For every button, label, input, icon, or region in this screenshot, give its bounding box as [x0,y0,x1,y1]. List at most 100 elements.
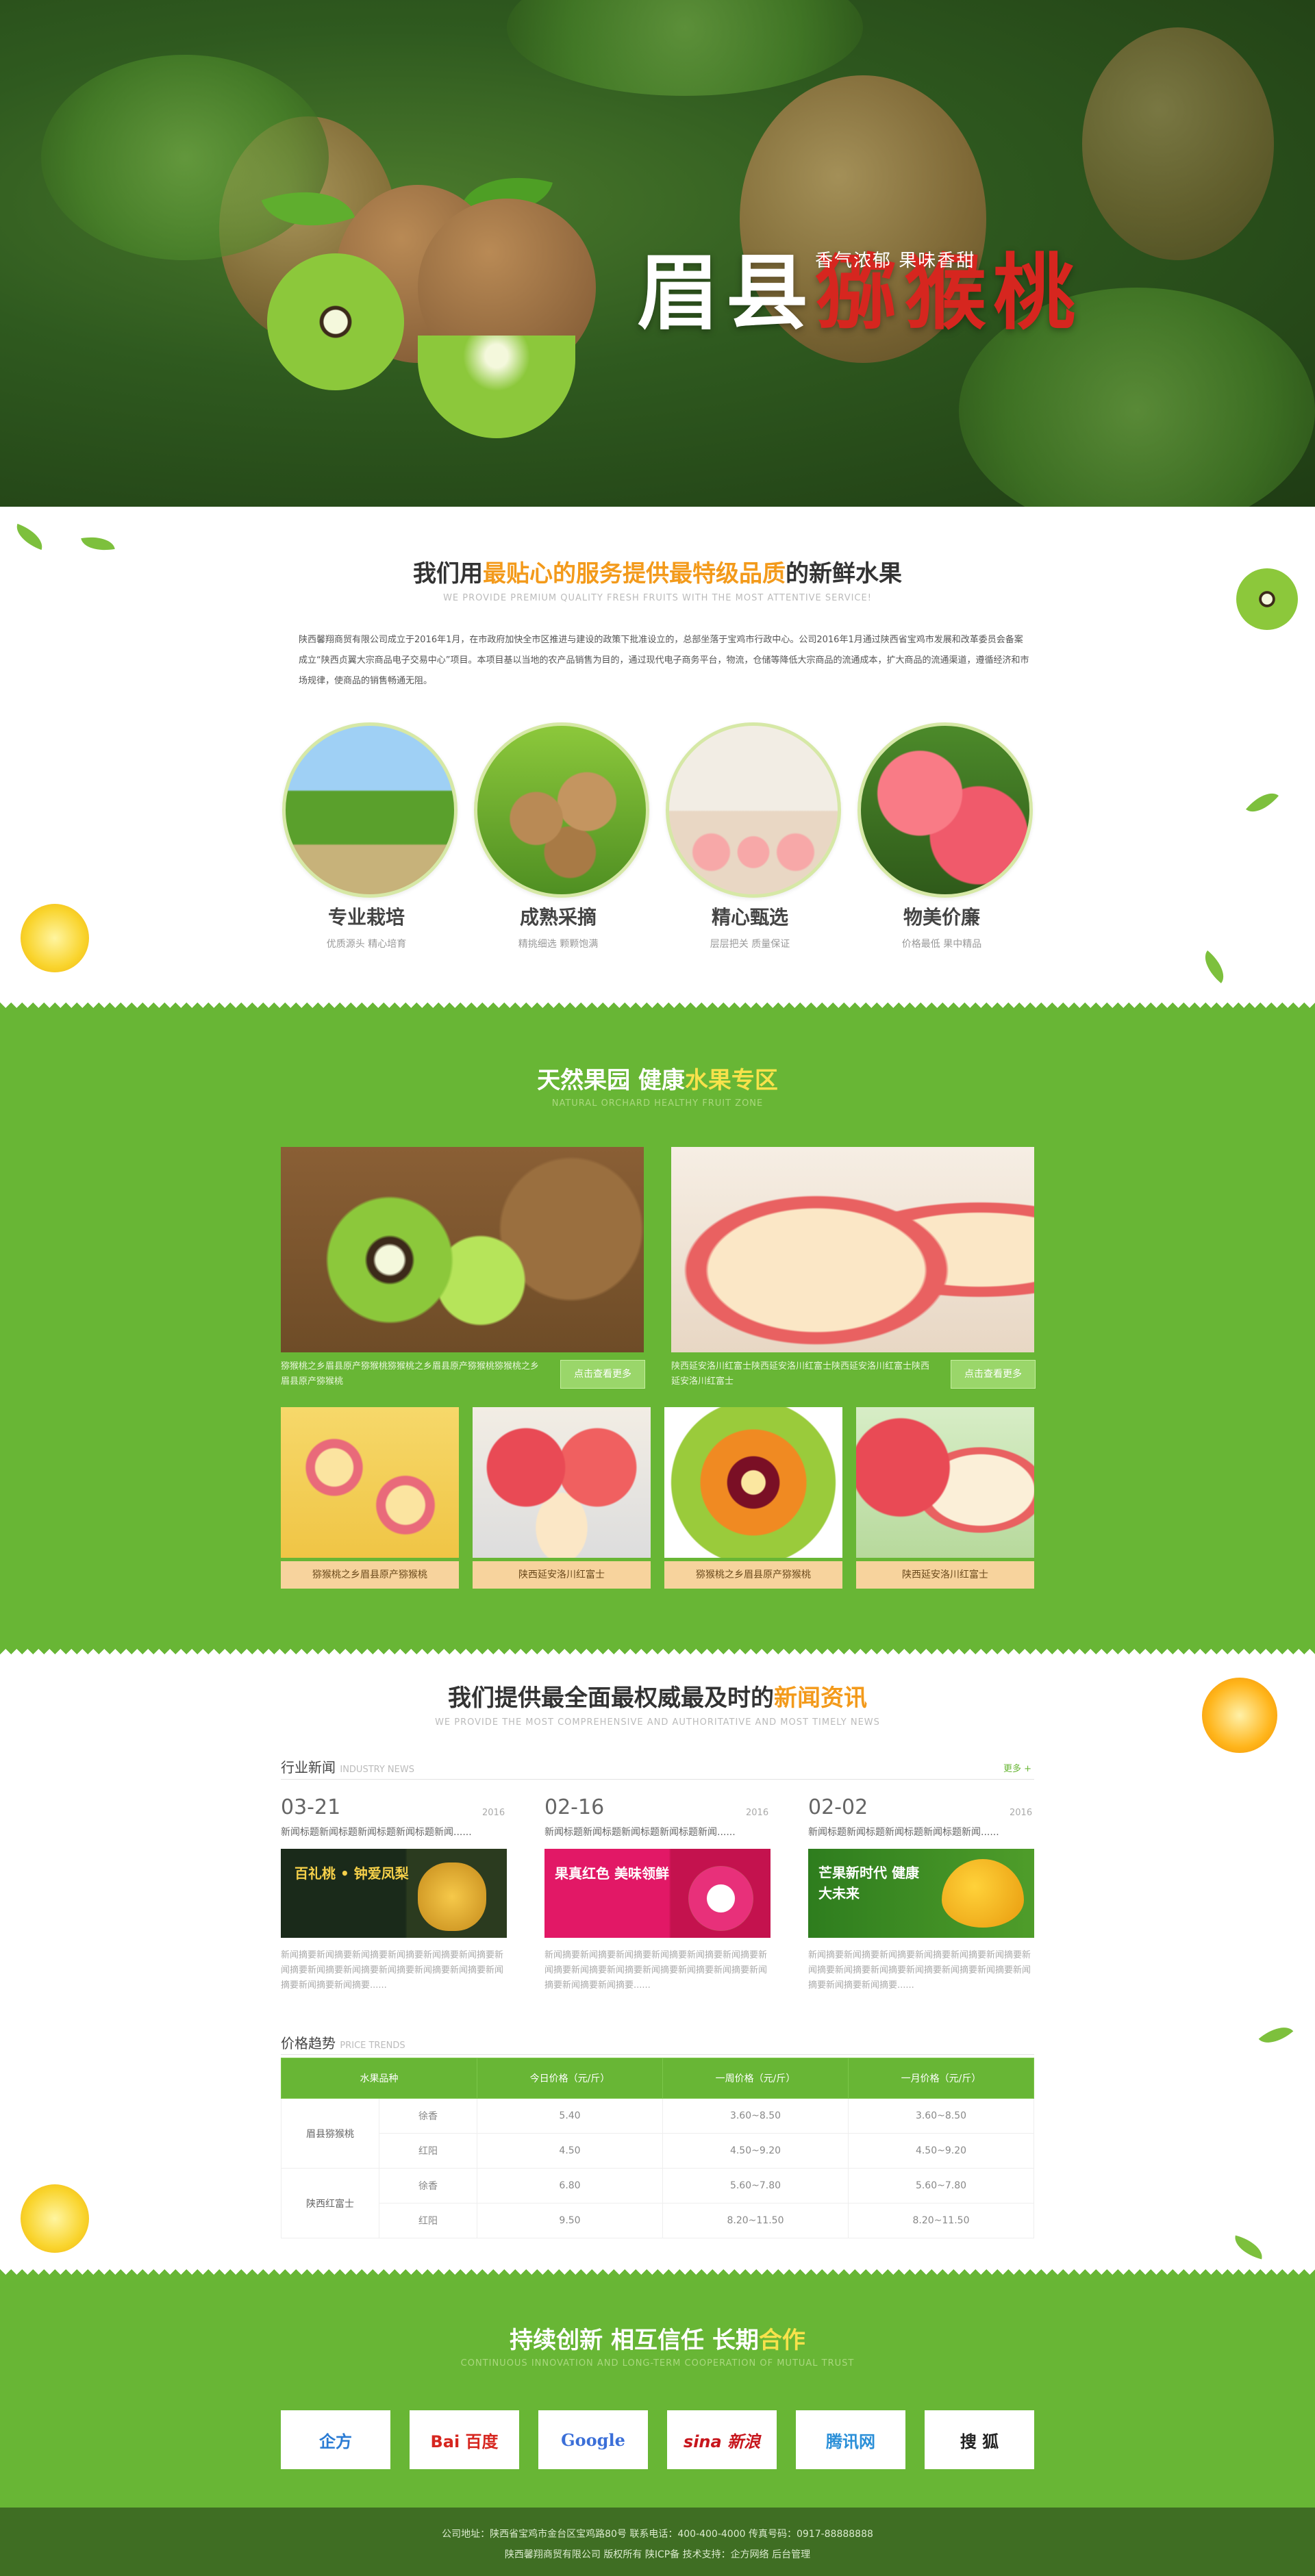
footer-address: 公司地址：陕西省宝鸡市金台区宝鸡路80号 联系电话：400-400-4000 传… [442,2529,873,2540]
news-headline[interactable]: 新闻标题新闻标题新闻标题新闻标题新闻...... [544,1825,771,1839]
partner-logo-sina[interactable]: sina 新浪 [667,2410,777,2469]
news-image-text: 芒果新时代 健康大未来 [818,1865,919,1902]
news-headline[interactable]: 新闻标题新闻标题新闻标题新闻标题新闻...... [281,1825,507,1839]
feature-sub: 优质源头 精心培育 [326,939,407,950]
partner-logo-baidu[interactable]: Bai 百度 [410,2410,519,2469]
news-summary: 新闻摘要新闻摘要新闻摘要新闻摘要新闻摘要新闻摘要新闻摘要新闻摘要新闻摘要新闻摘要… [808,1950,1031,1991]
partners-title-highlight: 合作 [758,2327,805,2354]
partners-title-pre: 持续创新 相互信任 长期 [510,2327,759,2354]
table-cell-variety: 徐香 [379,2168,477,2204]
lemon-icon [21,904,89,972]
news-date: 02-16 [544,1795,605,1819]
footer-copyright: 陕西馨翔商贸有限公司 版权所有 陕ICP备 技术支持：企方网络 后台管理 [504,2549,811,2560]
zigzag-edge [0,1002,1315,1013]
feature-label: 成熟采摘 [519,906,597,929]
view-more-button[interactable]: 点击查看更多 [560,1360,645,1389]
footer: 公司地址：陕西省宝鸡市金台区宝鸡路80号 联系电话：400-400-4000 传… [0,2508,1315,2576]
intro-paragraph: 陕西馨翔商贸有限公司成立于2016年1月，在市政府加快全市区推进与建设的政策下批… [299,635,1029,686]
partner-logo-google[interactable]: Google [538,2410,648,2469]
price-tab-label: 价格趋势 [281,2035,336,2051]
news-summary: 新闻摘要新闻摘要新闻摘要新闻摘要新闻摘要新闻摘要新闻摘要新闻摘要新闻摘要新闻摘要… [281,1950,504,1991]
hero-subtitle: 香气浓郁 果味香甜 [815,251,976,271]
news-title: 我们提供最全面最权威最及时的新闻资讯 [0,1679,1315,1713]
feature-sub: 层层把关 质量保证 [710,939,790,950]
table-row: 眉县猕猴桃 徐香 5.40 3.60~8.50 3.60~8.50 [281,2098,1034,2169]
product-photo-apple-half[interactable] [856,1407,1034,1558]
news-summary: 新闻摘要新闻摘要新闻摘要新闻摘要新闻摘要新闻摘要新闻摘要新闻摘要新闻摘要新闻摘要… [544,1950,768,1991]
product-caption[interactable]: 猕猴桃之乡眉县原产猕猴桃 [281,1561,459,1589]
intro-title-post: 的新鲜水果 [786,560,902,588]
intro-title-pre: 我们用 [413,560,483,588]
table-cell-variety: 红阳 [379,2203,477,2238]
hero-title: 眉县猕猴桃 [637,226,1082,345]
table-header-row: 水果品种 今日价格（元/斤） 一周价格（元/斤） 一月价格（元/斤） [281,2058,1034,2099]
table-cell: 4.50 [477,2133,663,2169]
table-cell: 3.60~8.50 [848,2098,1034,2134]
product-caption[interactable]: 陕西延安洛川红富士 [473,1561,651,1589]
product-photo-kiwi[interactable] [281,1147,644,1352]
product-photo-apples[interactable] [473,1407,651,1558]
table-cell-variety: 红阳 [379,2133,477,2169]
bg-leaf [507,0,863,96]
news-date: 03-21 [281,1795,341,1819]
news-image[interactable]: 百礼桃 • 钟爱凤梨 [281,1849,507,1938]
news-image-text: 果真红色 美味领鲜 [555,1865,669,1882]
news-subtitle: WE PROVIDE THE MOST COMPREHENSIVE AND AU… [435,1717,880,1728]
table-cell: 5.40 [477,2098,663,2134]
table-cell: 9.50 [477,2203,663,2238]
zigzag-edge [0,2269,1315,2280]
news-tab[interactable]: 行业新闻 INDUSTRY NEWS [281,1756,414,1776]
partners-subtitle: CONTINUOUS INNOVATION AND LONG-TERM COOP… [460,2358,855,2369]
view-more-button[interactable]: 点击查看更多 [951,1360,1036,1389]
leaf-icon [261,172,355,246]
news-year: 2016 [1010,1808,1033,1818]
table-cell: 3.60~8.50 [662,2098,849,2134]
partner-logo-sohu[interactable]: 搜 狐 [925,2410,1034,2469]
partners-title: 持续创新 相互信任 长期合作 [0,2321,1315,2355]
leaf-icon [1231,2235,1266,2260]
table-row: 陕西红富士 徐香 6.80 5.60~7.80 5.60~7.80 [281,2168,1034,2238]
divider [281,1779,1034,1780]
kiwi-illustration [260,161,644,445]
product-desc: 猕猴桃之乡眉县原产猕猴桃猕猴桃之乡眉县原产猕猴桃猕猴桃之乡眉县原产猕猴桃 [281,1361,540,1387]
news-title-pre: 我们提供最全面最权威最及时的 [448,1684,774,1712]
table-cell-group: 陕西红富士 [281,2168,379,2238]
hero-title-main: 眉县 [637,244,815,341]
price-tab-en: PRICE TRENDS [340,2041,405,2051]
leaf-icon [1258,2019,1294,2051]
price-tab[interactable]: 价格趋势 PRICE TRENDS [281,2032,405,2052]
bg-kiwi [1082,27,1274,260]
table-row: 红阳 9.50 8.20~11.50 8.20~11.50 [281,2203,1034,2238]
table-header: 一周价格（元/斤） [662,2058,849,2099]
zone-title-white: 天然果园 健康 [537,1067,685,1094]
feature-label: 精心甄选 [711,906,788,929]
news-date: 02-02 [808,1795,868,1819]
leaf-icon [81,533,115,555]
news-image[interactable]: 芒果新时代 健康大未来 [808,1849,1034,1938]
table-header: 今日价格（元/斤） [477,2058,663,2099]
product-caption[interactable]: 陕西延安洛川红富士 [856,1561,1034,1589]
feature-label: 物美价廉 [903,906,980,929]
news-more-link[interactable]: 更多 + [1003,1761,1031,1774]
news-tab-label: 行业新闻 [281,1759,336,1776]
leaf-icon [1197,950,1232,983]
dragon-fruit-icon [688,1866,753,1931]
news-image[interactable]: 果真红色 美味领鲜 [544,1849,771,1938]
product-photo-red-kiwi[interactable] [281,1407,459,1558]
zigzag-edge [0,1643,1315,1654]
product-photo-apple[interactable] [671,1147,1034,1352]
feature-image-harvest [474,722,649,898]
partner-logo-qq[interactable]: 腾讯网 [796,2410,905,2469]
news-headline[interactable]: 新闻标题新闻标题新闻标题新闻标题新闻...... [808,1825,1034,1839]
mango-icon [942,1859,1024,1928]
pineapple-icon [418,1862,486,1931]
feature-image-cultivation [282,722,458,898]
lemon-icon [21,2184,89,2253]
table-cell-group: 眉县猕猴桃 [281,2098,379,2169]
table-cell: 4.50~9.20 [848,2133,1034,2169]
product-caption[interactable]: 猕猴桃之乡眉县原产猕猴桃 [664,1561,842,1589]
news-tab-en: INDUSTRY NEWS [340,1765,414,1775]
partners-section: 持续创新 相互信任 长期合作 CONTINUOUS INNOVATION AND… [0,2269,1315,2508]
partner-logo-qifang[interactable]: 企方 [281,2410,390,2469]
product-photo-kiwi-slice[interactable] [664,1407,842,1558]
